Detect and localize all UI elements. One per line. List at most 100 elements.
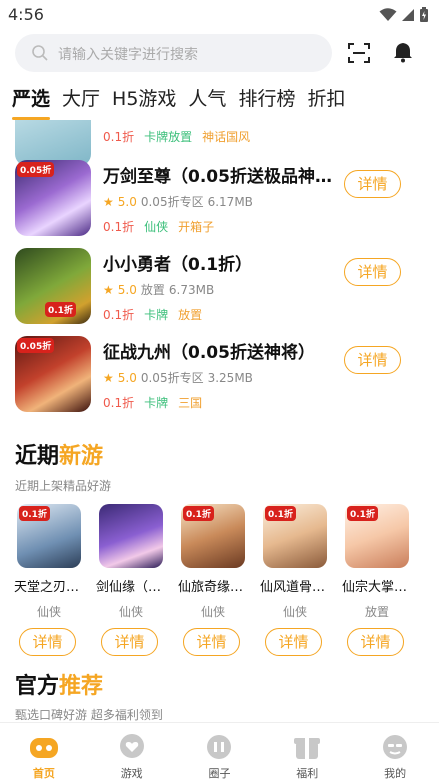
tag-genre: 卡牌	[144, 396, 169, 410]
game-zone: 0.05折专区	[140, 195, 204, 209]
game-meta: ★ 5.0 0.05折专区 6.17MB	[103, 193, 253, 210]
nav-label: 首页	[32, 767, 55, 780]
new-game-category: 仙侠	[200, 605, 225, 619]
detail-button[interactable]: 详情	[101, 628, 158, 656]
game-icon: 0.1折	[263, 504, 327, 568]
circle-chat-icon	[207, 735, 232, 759]
nav-games[interactable]: 游戏	[88, 723, 176, 782]
game-tags: 0.1折 卡牌 放置	[103, 306, 202, 323]
game-icon: 0.1折	[15, 248, 91, 324]
search-placeholder: 请输入关键字进行搜索	[58, 47, 198, 63]
detail-button[interactable]: 详情	[19, 628, 76, 656]
game-title: 小小勇者（0.1折）	[103, 255, 253, 275]
detail-button[interactable]: 详情	[344, 258, 401, 286]
tag-theme: 三国	[178, 396, 203, 410]
tab-dating[interactable]: 大厅	[62, 84, 100, 114]
detail-button[interactable]: 详情	[344, 346, 401, 374]
discount-badge: 0.05折	[17, 338, 55, 353]
main-content: 0.1折 卡牌放置 神话国风 0.05折 万剑至尊（0.05折送极品神兵… ★ …	[0, 120, 439, 722]
detail-button[interactable]: 详情	[265, 628, 322, 656]
section-title-part: 官方	[15, 674, 60, 699]
section-title-part: 近期	[15, 444, 60, 469]
new-game-card[interactable]: 0.1折 仙风道骨… 仙侠 详情	[260, 504, 336, 656]
tag-theme: 放置	[178, 308, 203, 322]
tag-discount: 0.1折	[103, 130, 135, 144]
nav-home[interactable]: 首页	[0, 723, 88, 782]
game-icon: 0.1折	[345, 504, 409, 568]
tab-h5[interactable]: H5游戏	[112, 84, 176, 114]
new-game-name: 仙风道骨…	[260, 580, 326, 595]
tag-genre: 卡牌放置	[144, 130, 193, 144]
new-game-card[interactable]: 0.1折 天堂之刃… 仙侠 详情	[14, 504, 90, 656]
tab-ranking[interactable]: 排行榜	[238, 84, 295, 114]
search-row: 请输入关键字进行搜索	[0, 32, 439, 74]
new-game-name: 仙宗大掌…	[342, 580, 408, 595]
game-score: 5.0	[117, 194, 137, 209]
bell-icon[interactable]	[393, 41, 413, 63]
discount-badge: 0.1折	[45, 302, 76, 317]
tag-discount: 0.1折	[103, 396, 135, 410]
detail-button[interactable]: 详情	[344, 170, 401, 198]
discount-badge: 0.1折	[265, 506, 296, 521]
game-title: 征战九州（0.05折送神将）	[103, 343, 315, 363]
section-subtitle-new: 近期上架精品好游	[15, 479, 112, 493]
game-tags: 0.1折 卡牌放置 神话国风	[103, 128, 250, 145]
game-tags: 0.1折 卡牌 三国	[103, 394, 202, 411]
new-game-card[interactable]: 0.1折 仙旅奇缘… 仙侠 详情	[178, 504, 254, 656]
list-item-game[interactable]: 0.05折 征战九州（0.05折送神将） ★ 5.0 0.05折专区 3.25M…	[0, 334, 439, 422]
signal-icon	[402, 9, 414, 21]
discount-badge: 0.1折	[19, 506, 50, 521]
section-subtitle-official: 甄选口碑好游 超多福利领到	[15, 708, 163, 722]
detail-button[interactable]: 详情	[347, 628, 404, 656]
game-icon	[99, 504, 163, 568]
tab-renqi[interactable]: 人气	[188, 84, 226, 114]
new-game-category: 放置	[364, 605, 389, 619]
nav-mine[interactable]: 我的	[351, 723, 439, 782]
game-icon: 0.1折	[17, 504, 81, 568]
new-game-card[interactable]: 0.1折 仙宗大掌… 放置 详情	[342, 504, 418, 656]
star-icon: ★	[103, 370, 114, 385]
tag-genre: 仙侠	[144, 220, 169, 234]
list-item-game[interactable]: 0.1折 小小勇者（0.1折） ★ 5.0 放置 6.73MB 0.1折 卡牌 …	[0, 246, 439, 334]
section-title-highlight: 新游	[59, 444, 104, 469]
game-icon: 0.05折	[15, 336, 91, 412]
new-game-name: 仙旅奇缘…	[178, 580, 244, 595]
nav-welfare[interactable]: 福利	[263, 723, 351, 782]
status-bar: 4:56	[0, 0, 439, 30]
heart-bubble-icon	[119, 734, 144, 758]
new-game-card[interactable]: 剑仙缘（… 仙侠 详情	[96, 504, 172, 656]
search-input[interactable]: 请输入关键字进行搜索	[15, 34, 332, 72]
game-zone: 0.05折专区	[140, 371, 204, 385]
status-time: 4:56	[8, 5, 44, 24]
section-title-official: 官方推荐	[15, 668, 103, 700]
new-game-category: 仙侠	[118, 605, 143, 619]
scan-icon[interactable]	[347, 42, 371, 64]
game-title: 万剑至尊（0.05折送极品神兵…	[103, 167, 343, 187]
game-meta: ★ 5.0 0.05折专区 3.25MB	[103, 369, 253, 386]
tab-yanxuan[interactable]: 严选	[12, 84, 51, 120]
game-icon: 0.1折	[181, 504, 245, 568]
discount-badge: 0.1折	[183, 506, 214, 521]
detail-button[interactable]: 详情	[183, 628, 240, 656]
new-game-name: 天堂之刃…	[14, 580, 80, 595]
game-meta: ★ 5.0 放置 6.73MB	[103, 281, 214, 298]
list-item-game[interactable]: 0.05折 万剑至尊（0.05折送极品神兵… ★ 5.0 0.05折专区 6.1…	[0, 158, 439, 246]
nav-label: 圈子	[208, 767, 231, 780]
user-avatar-icon	[383, 735, 408, 759]
new-game-category: 仙侠	[282, 605, 307, 619]
tab-discount[interactable]: 折扣	[307, 84, 345, 114]
game-score: 5.0	[117, 282, 137, 297]
game-tags: 0.1折 仙侠 开箱子	[103, 218, 214, 235]
wifi-icon	[379, 8, 397, 21]
nav-circle[interactable]: 圈子	[176, 723, 264, 782]
game-zone: 放置	[140, 283, 165, 297]
home-gamepad-icon	[29, 738, 58, 758]
game-size: 6.17MB	[207, 194, 253, 209]
tag-genre: 卡牌	[144, 308, 169, 322]
nav-label: 游戏	[120, 767, 143, 780]
new-game-name: 剑仙缘（…	[96, 580, 162, 595]
tag-discount: 0.1折	[103, 308, 135, 322]
discount-badge: 0.05折	[17, 162, 55, 177]
game-size: 3.25MB	[207, 370, 253, 385]
battery-icon	[420, 7, 428, 22]
